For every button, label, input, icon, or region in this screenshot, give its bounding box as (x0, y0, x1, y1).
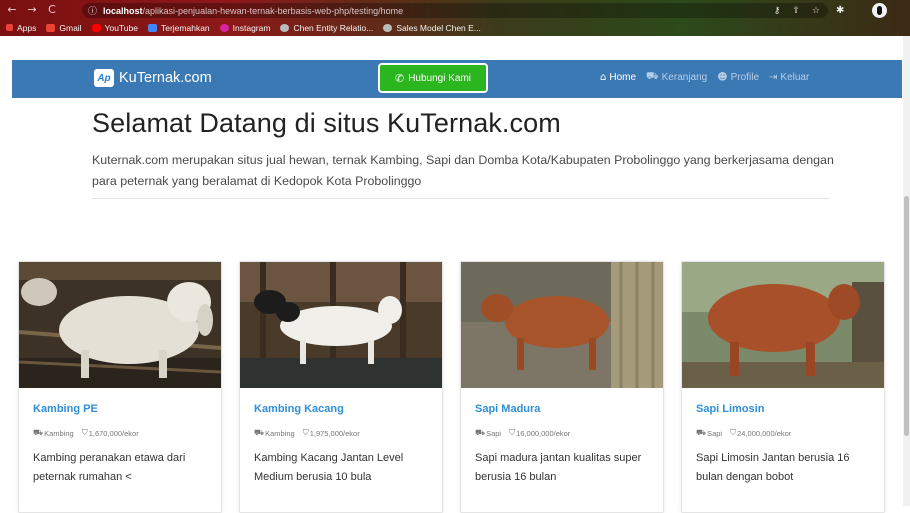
product-description: Kambing Kacang Jantan Level Medium berus… (254, 452, 404, 483)
url-host: localhost (103, 5, 143, 16)
bookmark-label: Sales Model Chen E... (396, 22, 481, 33)
translate-icon (147, 23, 157, 32)
extensions-puzzle-icon[interactable]: ✱ (836, 5, 844, 16)
scrollbar-thumb[interactable] (904, 196, 909, 436)
product-photo-cow-madura[interactable] (461, 262, 663, 388)
youtube-icon (91, 23, 101, 32)
hubungi-kami-label: Hubungi Kami (408, 72, 472, 84)
tag-icon: ⛉ (81, 428, 88, 437)
product-card[interactable]: Sapi Limosin ⛟ Sapi ⛉ 24,000,000/ekor Sapi… (681, 261, 885, 513)
divider (92, 198, 830, 199)
browser-chrome: ← → C ⓘ localhost/aplikasi-penjualan-hew… (0, 0, 910, 36)
gmail-icon (46, 23, 56, 32)
password-key-icon[interactable]: ⚷ (774, 6, 781, 16)
bookmark-sales-model[interactable]: Sales Model Chen E... (383, 23, 481, 33)
nav-keluar[interactable]: ⇥ Keluar (769, 72, 809, 83)
bookmark-chen-entity[interactable]: Chen Entity Relatio... (280, 23, 373, 33)
globe-icon (280, 23, 290, 32)
product-category: Sapi (707, 428, 723, 438)
brand-logo-icon: Ap (94, 69, 114, 87)
product-meta: ⛟ Sapi ⛉ 16,000,000/ekor (475, 428, 570, 438)
bookmark-label: YouTube (104, 22, 138, 33)
cart-icon: ⛟ (646, 71, 659, 82)
tag-icon: ⛉ (509, 428, 516, 437)
bookmark-instagram[interactable]: Instagram (219, 22, 271, 33)
nav-home[interactable]: ⌂ Home (600, 72, 636, 83)
product-card[interactable]: Sapi Madura ⛟ Sapi ⛉ 16,000,000/ekor Sapi … (460, 261, 664, 513)
product-name[interactable]: Sapi Limosin (696, 403, 764, 415)
site-navbar: Ap KuTernak.com ✆ Hubungi Kami ⌂ Home ⛟ Ke… (12, 60, 902, 98)
product-price: 1,975,000/ekor (309, 428, 360, 438)
globe-icon (383, 23, 393, 32)
product-name[interactable]: Sapi Madura (475, 403, 540, 415)
page-scrollbar[interactable] (903, 36, 910, 506)
product-description: Kambing peranakan etawa dari peternak ru… (33, 452, 186, 483)
home-icon: ⌂ (600, 72, 607, 83)
product-photo-goat-kacang[interactable] (240, 262, 442, 388)
product-name[interactable]: Kambing Kacang (254, 403, 344, 415)
reload-button[interactable]: C (44, 3, 60, 16)
bookmark-youtube[interactable]: YouTube (91, 22, 138, 33)
share-icon[interactable]: ⇪ (792, 6, 800, 16)
whatsapp-icon: ✆ (394, 71, 405, 85)
bookmark-label: Chen Entity Relatio... (293, 22, 374, 33)
brand-link[interactable]: Ap KuTernak.com (94, 69, 212, 87)
tag-icon: ⛉ (730, 428, 737, 437)
bookmark-label: Gmail (59, 22, 82, 33)
product-category: Kambing (265, 428, 295, 438)
tag-icon: ⛉ (302, 428, 309, 437)
product-name[interactable]: Kambing PE (33, 403, 98, 415)
cart-icon: ⛟ (475, 428, 486, 437)
product-photo-goat-pe[interactable] (19, 262, 221, 388)
product-category: Sapi (486, 428, 502, 438)
browser-toolbar: ← → C ⓘ localhost/aplikasi-penjualan-hew… (0, 0, 910, 19)
product-price: 24,000,000/ekor (737, 428, 792, 438)
cart-icon: ⛟ (33, 428, 44, 437)
product-category: Kambing (44, 428, 74, 438)
bookmark-gmail[interactable]: Gmail (46, 22, 82, 33)
bookmarks-bar: Apps Gmail YouTube Terjemahkan Instagram… (0, 19, 910, 36)
hero-lead: Kuternak.com merupakan situs jual hewan,… (92, 153, 834, 188)
nav-home-label: Home (609, 72, 637, 83)
nav-profile[interactable]: ☻ Profile (717, 72, 759, 83)
bookmark-translate[interactable]: Terjemahkan (147, 22, 210, 33)
nav-keranjang-label: Keranjang (661, 72, 708, 83)
product-description: Sapi madura jantan kualitas super berusi… (475, 452, 642, 483)
site-info-icon[interactable]: ⓘ (88, 4, 97, 17)
product-meta: ⛟ Kambing ⛉ 1,670,000/ekor (33, 428, 139, 438)
product-description: Sapi Limosin Jantan berusia 16 bulan den… (696, 452, 850, 483)
bookmark-label: Terjemahkan (160, 22, 210, 33)
sign-out-icon: ⇥ (769, 72, 778, 83)
product-card[interactable]: Kambing PE ⛟ Kambing ⛉ 1,670,000/ekor Kamb… (18, 261, 222, 513)
brand-name: KuTernak.com (119, 70, 212, 86)
cart-icon: ⛟ (254, 428, 265, 437)
bookmark-label: Instagram (232, 22, 271, 33)
product-photo-cow-limosin[interactable] (682, 262, 884, 388)
page-title: Selamat Datang di situs KuTernak.com (92, 108, 561, 138)
profile-avatar[interactable] (872, 3, 887, 18)
bookmark-label: Apps (17, 22, 37, 33)
hubungi-kami-button[interactable]: ✆ Hubungi Kami (378, 63, 488, 93)
instagram-icon (219, 23, 229, 32)
nav-keranjang[interactable]: ⛟ Keranjang (646, 71, 707, 84)
product-price: 1,670,000/ekor (88, 428, 139, 438)
product-meta: ⛟ Sapi ⛉ 24,000,000/ekor (696, 428, 791, 438)
user-icon: ☻ (717, 72, 728, 83)
cart-icon: ⛟ (696, 428, 707, 437)
product-meta: ⛟ Kambing ⛉ 1,975,000/ekor (254, 428, 360, 438)
product-card[interactable]: Kambing Kacang ⛟ Kambing ⛉ 1,975,000/ekor … (239, 261, 443, 513)
url-path: /aplikasi-penjualan-hewan-ternak-berbasi… (142, 5, 404, 16)
nav-profile-label: Profile (730, 72, 760, 83)
bookmark-star-icon[interactable]: ☆ (812, 6, 820, 16)
forward-button[interactable]: → (24, 3, 40, 16)
nav-keluar-label: Keluar (780, 72, 810, 83)
bookmark-apps[interactable]: Apps (6, 23, 36, 33)
address-bar[interactable]: ⓘ localhost/aplikasi-penjualan-hewan-ter… (82, 3, 828, 18)
apps-grid-icon (6, 24, 13, 31)
nav-links: ⌂ Home ⛟ Keranjang ☻ Profile ⇥ Keluar (600, 71, 809, 84)
product-price: 16,000,000/ekor (516, 428, 571, 438)
back-button[interactable]: ← (4, 3, 20, 16)
